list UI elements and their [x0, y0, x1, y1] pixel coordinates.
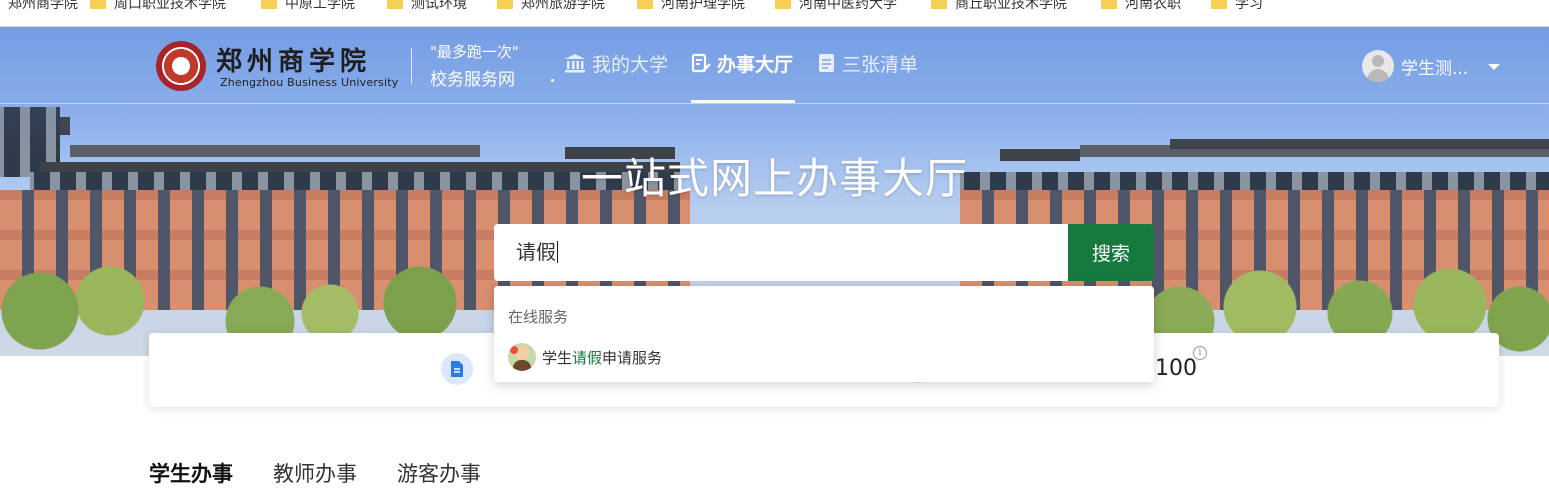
folder-icon [90, 0, 106, 9]
bookmark-item[interactable]: 中原工学院 [261, 0, 355, 14]
bookmark-label: 中原工学院 [285, 0, 355, 12]
tab-visitor-services[interactable]: 游客办事 [397, 458, 481, 488]
info-icon[interactable]: i [1193, 346, 1207, 360]
edit-doc-icon [691, 53, 711, 73]
search-button[interactable]: 搜索 [1068, 224, 1154, 281]
bookmark-item[interactable]: 周口职业技术学院 [90, 0, 226, 14]
search-input-value: 请假 [516, 240, 556, 264]
slogan-line-2: 校务服务网 [430, 70, 515, 90]
suggestion-text: 学生请假申请服务 [542, 348, 663, 367]
nav-my-university[interactable]: 我的大学 [564, 49, 668, 77]
bookmark-item[interactable]: 河南农职 [1101, 0, 1181, 14]
search-suggestions-dropdown: 在线服务 学生请假申请服务 [494, 286, 1154, 382]
logo-english-name: Zhengzhou Business University [220, 76, 399, 89]
bookmarks-bar: 郑州商学院 周口职业技术学院 中原工学院 测试环境 郑州旅游学院 河南护理学院 … [0, 0, 1549, 27]
nav-dot [551, 79, 554, 82]
folder-icon [637, 0, 653, 9]
search-input[interactable]: 请假 [494, 224, 1068, 281]
search-button-label: 搜索 [1091, 243, 1130, 265]
stat-value: 100 [1155, 356, 1197, 381]
bookmark-label: 河南中医药大学 [799, 0, 897, 12]
nav-label: 三张清单 [842, 53, 919, 76]
university-logo[interactable] [156, 41, 206, 91]
chevron-down-icon[interactable] [1488, 64, 1500, 70]
folder-icon [261, 0, 277, 9]
bookmark-label: 学习 [1235, 0, 1263, 12]
bookmark-label: 河南护理学院 [661, 0, 745, 12]
bookmark-item[interactable]: 郑州商学院 [0, 0, 78, 14]
bank-icon [565, 54, 585, 73]
bookmark-item[interactable]: 学习 [1211, 0, 1263, 14]
slogan-line-1: "最多跑一次" [430, 43, 519, 61]
folder-icon [931, 0, 947, 9]
nav-three-lists[interactable]: 三张清单 [818, 49, 918, 77]
document-icon [441, 353, 473, 385]
tab-student-services[interactable]: 学生办事 [149, 458, 233, 488]
folder-icon [497, 0, 513, 9]
bookmark-label: 河南农职 [1125, 0, 1181, 12]
suggestion-item[interactable]: 学生请假申请服务 [508, 342, 662, 372]
suggestion-section-title: 在线服务 [508, 308, 569, 326]
site-header: 郑州商学院 Zhengzhou Business University "最多跑… [0, 27, 1549, 104]
nav-label: 办事大厅 [717, 53, 794, 76]
user-name[interactable]: 学生测... [1401, 54, 1468, 79]
folder-icon [1101, 0, 1117, 9]
bookmark-label: 郑州商学院 [8, 0, 78, 12]
folder-icon [1211, 0, 1227, 9]
bookmark-label: 测试环境 [411, 0, 467, 12]
folder-icon [775, 0, 791, 9]
student-service-icon [508, 343, 536, 371]
bookmark-item[interactable]: 郑州旅游学院 [497, 0, 605, 14]
user-avatar[interactable] [1362, 50, 1394, 82]
bookmark-label: 周口职业技术学院 [114, 0, 226, 12]
bookmark-item[interactable]: 测试环境 [387, 0, 467, 14]
logo-chinese-name: 郑州商学院 [216, 47, 372, 77]
suggestion-highlight: 请假 [572, 348, 603, 367]
nav-service-hall[interactable]: 办事大厅 [691, 49, 793, 77]
folder-icon [387, 0, 403, 9]
hero-title: 一站式网上办事大厅 [580, 154, 968, 203]
bookmark-label: 商丘职业技术学院 [955, 0, 1067, 12]
bookmark-item[interactable]: 商丘职业技术学院 [931, 0, 1067, 14]
bookmark-label: 郑州旅游学院 [521, 0, 605, 12]
bookmark-item[interactable]: 河南中医药大学 [775, 0, 897, 14]
nav-label: 我的大学 [592, 53, 669, 76]
bookmark-item[interactable]: 河南护理学院 [637, 0, 745, 14]
tab-teacher-services[interactable]: 教师办事 [273, 458, 357, 488]
text-cursor [557, 241, 558, 263]
nav-active-indicator [691, 100, 795, 103]
header-divider [411, 48, 412, 84]
list-doc-icon [819, 54, 834, 72]
